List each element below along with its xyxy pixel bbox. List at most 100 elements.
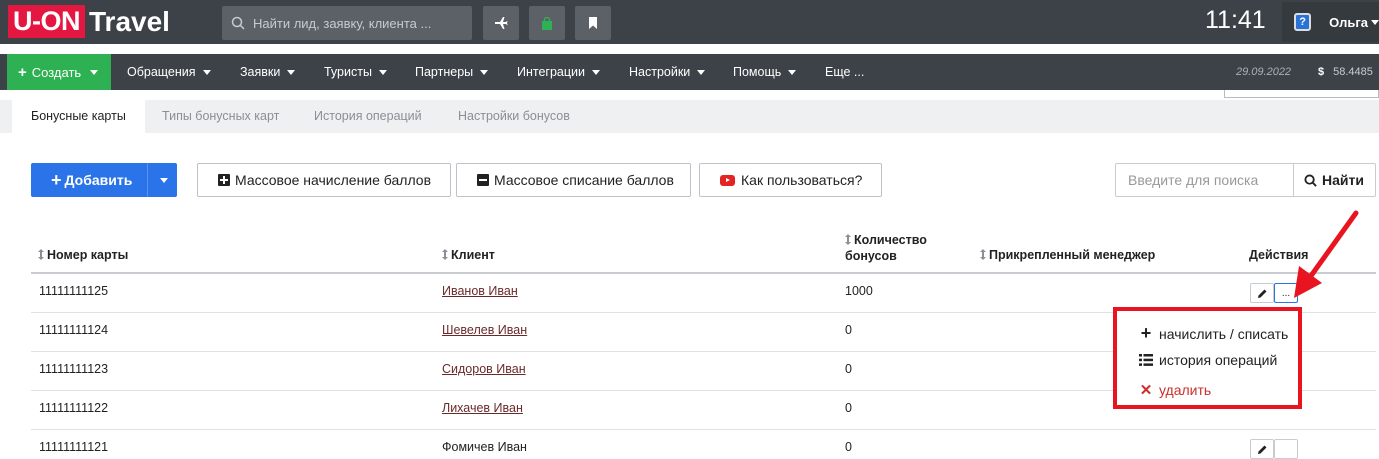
menu-item-history[interactable]: история операций <box>1139 352 1277 368</box>
mass-remove-button[interactable]: Массовое списание баллов <box>456 163 691 197</box>
user-name: Ольга <box>1329 14 1368 30</box>
current-date: 29.09.2022 <box>1236 66 1292 78</box>
sort-icon <box>442 249 448 260</box>
top-bar: U-ON Travel Найти лид, заявку, клиента .… <box>0 0 1379 44</box>
table-search-button[interactable]: Найти <box>1293 163 1376 197</box>
plus-icon: + <box>1140 323 1152 343</box>
column-header-label: Клиент <box>451 248 495 262</box>
nav-item-label: Еще ... <box>825 65 865 79</box>
sort-icon <box>980 249 986 260</box>
create-button[interactable]: + Создать <box>7 54 111 90</box>
bookmark-icon <box>589 17 597 29</box>
menu-item-label: начислить / списать <box>1159 325 1289 342</box>
tab-bonus-cards[interactable]: Бонусные карты <box>12 100 145 133</box>
plus-square-icon <box>218 174 230 186</box>
nav-item-label: Помощь <box>733 65 782 79</box>
menu-item-label: история операций <box>1159 352 1278 368</box>
search-icon <box>231 16 245 30</box>
table-header-divider <box>31 272 1376 274</box>
mass-add-button[interactable]: Массовое начисление баллов <box>197 163 451 197</box>
chevron-down-icon <box>90 69 99 75</box>
main-nav: + Создать Обращения Заявки Туристы Партн… <box>0 54 1379 90</box>
client-link[interactable]: Шевелев Иван <box>442 323 527 337</box>
nav-item-orders[interactable]: Заявки <box>240 54 296 90</box>
howto-button[interactable]: Как пользоваться? <box>699 163 882 197</box>
nav-item-label: Туристы <box>324 65 372 79</box>
column-header-client[interactable]: Клиент <box>442 248 495 262</box>
tab-card-types[interactable]: Типы бонусных карт <box>162 100 279 133</box>
nav-item-partners[interactable]: Партнеры <box>415 54 489 90</box>
column-header-label: Номер карты <box>47 248 129 262</box>
mass-add-label: Массовое начисление баллов <box>235 172 431 188</box>
global-search-placeholder: Найти лид, заявку, клиента ... <box>253 15 432 31</box>
nav-item-requests[interactable]: Обращения <box>127 54 211 90</box>
nav-item-label: Заявки <box>240 65 281 79</box>
nav-item-help[interactable]: Помощь <box>733 54 797 90</box>
menu-item-accrue-deduct[interactable]: + начислить / списать <box>1139 323 1289 344</box>
minus-square-icon <box>477 174 489 186</box>
add-dropdown-toggle[interactable] <box>147 163 177 197</box>
client-link[interactable]: Сидоров Иван <box>442 362 526 376</box>
howto-label: Как пользоваться? <box>741 172 863 188</box>
client-link[interactable]: Иванов Иван <box>442 284 518 298</box>
airplane-icon <box>495 17 508 29</box>
chevron-down-icon <box>697 70 706 76</box>
help-icon[interactable]: ? <box>1294 13 1312 31</box>
shopping-bag-icon <box>542 16 552 30</box>
tab-operations-history[interactable]: История операций <box>314 100 422 133</box>
search-icon <box>1304 173 1317 187</box>
pencil-icon <box>1257 289 1266 298</box>
logo-mark: U-ON <box>8 5 85 38</box>
plus-icon: + <box>51 170 62 190</box>
menu-item-label: удалить <box>1159 382 1212 398</box>
nav-item-more[interactable]: Еще ... <box>825 54 864 90</box>
plus-icon: + <box>18 63 27 81</box>
dollar-icon: $ <box>1318 66 1325 78</box>
user-menu[interactable]: ? Ольга <box>1282 2 1379 42</box>
add-button[interactable]: + Добавить <box>31 163 177 197</box>
global-search-input[interactable]: Найти лид, заявку, клиента ... <box>222 6 472 40</box>
card-number: 11111111123 <box>39 362 109 376</box>
column-header-bonus[interactable]: Количество бонусов <box>845 232 927 264</box>
client-link[interactable]: Лихачев Иван <box>442 401 523 415</box>
shopping-button[interactable] <box>529 6 565 40</box>
chevron-down-icon <box>287 70 296 76</box>
sort-icon <box>38 249 44 260</box>
column-header-manager[interactable]: Прикрепленный менеджер <box>980 248 1155 262</box>
card-number: 11111111125 <box>39 284 109 298</box>
chevron-down-icon <box>480 70 489 76</box>
chevron-down-icon <box>202 70 211 76</box>
logo[interactable]: U-ON Travel <box>8 5 170 38</box>
menu-item-delete[interactable]: ✕ удалить <box>1139 381 1211 399</box>
logo-text: Travel <box>89 5 170 37</box>
youtube-icon <box>720 174 735 186</box>
column-header-label: Количество <box>854 233 927 247</box>
nav-item-integrations[interactable]: Интеграции <box>517 54 601 90</box>
rate-value: 58.4485 <box>1333 66 1373 78</box>
bonus-count: 1000 <box>845 284 873 298</box>
edit-button[interactable] <box>1250 283 1274 303</box>
bonus-count: 0 <box>845 323 852 337</box>
more-actions-button[interactable] <box>1274 439 1298 459</box>
chevron-down-icon <box>788 70 797 76</box>
nav-item-tourists[interactable]: Туристы <box>324 54 387 90</box>
dropdown-edge <box>1224 90 1379 98</box>
mass-remove-label: Массовое списание баллов <box>494 172 674 188</box>
edit-button[interactable] <box>1250 439 1274 459</box>
table-search-label: Найти <box>1322 172 1364 188</box>
flights-button[interactable] <box>483 6 519 40</box>
tab-bonus-settings[interactable]: Настройки бонусов <box>458 100 570 133</box>
bookmarks-button[interactable] <box>575 6 611 40</box>
nav-item-settings[interactable]: Настройки <box>629 54 706 90</box>
list-icon <box>1139 354 1153 366</box>
nav-item-label: Партнеры <box>415 65 474 79</box>
sort-icon <box>845 234 851 245</box>
table-search-input[interactable]: Введите для поиска <box>1115 163 1294 197</box>
actions-dropdown: + начислить / списать история операций ✕… <box>1113 307 1302 409</box>
column-header-card[interactable]: Номер карты <box>38 248 128 262</box>
add-label: Добавить <box>64 172 133 188</box>
column-header-label: Прикрепленный менеджер <box>989 248 1156 262</box>
nav-item-label: Настройки <box>629 65 691 79</box>
annotation-arrow <box>1294 210 1359 298</box>
chevron-down-icon <box>378 70 387 76</box>
